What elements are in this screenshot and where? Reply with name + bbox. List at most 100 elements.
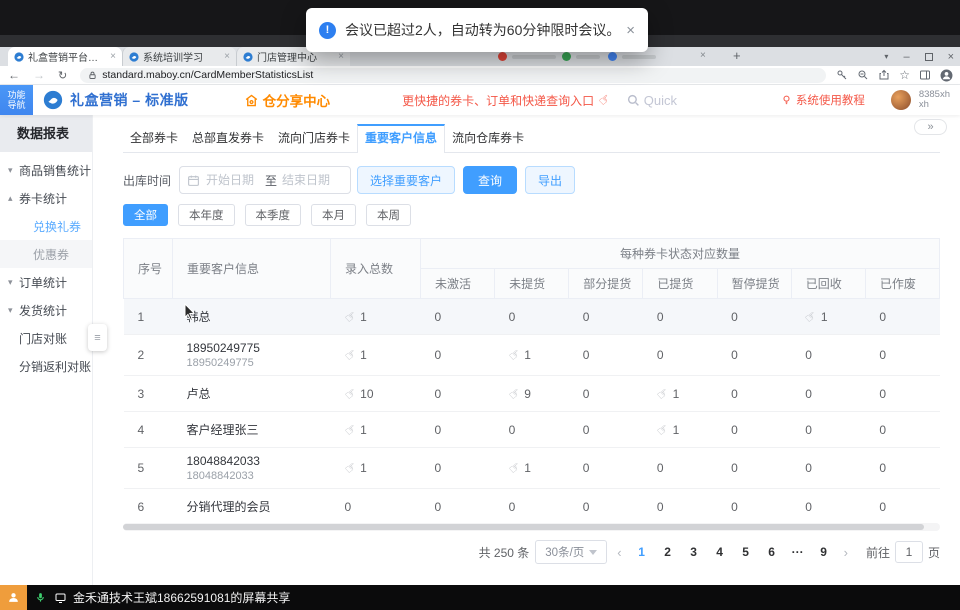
side-panel-icon[interactable] <box>919 69 931 81</box>
close-icon[interactable]: × <box>626 22 635 39</box>
quick-filter-week[interactable]: 本周 <box>366 204 411 226</box>
function-nav-button[interactable]: 功能 导航 <box>0 85 33 115</box>
cell-count[interactable]: ☞1 <box>331 299 421 335</box>
quick-filter-year[interactable]: 本年度 <box>178 204 235 226</box>
page-5[interactable]: 5 <box>736 545 756 559</box>
cell-count[interactable]: ☞10 <box>331 376 421 412</box>
page-3[interactable]: 3 <box>684 545 704 559</box>
profile-icon[interactable] <box>940 69 953 82</box>
participant-box[interactable] <box>0 585 27 610</box>
sidebar-item-redeem-voucher[interactable]: 兑换礼券 <box>0 212 92 240</box>
cell-customer[interactable]: 韩总 <box>173 299 331 335</box>
tab-important-customers[interactable]: 重要客户信息 <box>357 124 445 153</box>
cell-count[interactable]: ☞1 <box>331 448 421 489</box>
goto-page: 前往 页 <box>866 541 940 563</box>
bookmark-star-icon[interactable]: ☆ <box>899 68 910 82</box>
brand-title: 礼盒营销 – 标准版 <box>70 90 189 110</box>
table-row: 3卢总☞100☞90☞1000 <box>124 376 940 412</box>
share-center-link[interactable]: 仓分享中心 <box>244 90 331 110</box>
sidebar-item-order-stats[interactable]: ▾ 订单统计 <box>0 268 92 296</box>
cell-count[interactable]: ☞1 <box>791 299 865 335</box>
chevron-down-icon[interactable]: ▾ <box>884 52 888 61</box>
next-page-button[interactable]: › <box>840 545 852 560</box>
cell-customer[interactable]: 分销代理的会员 <box>173 489 331 523</box>
sidebar-item-card-stats[interactable]: ▴ 券卡统计 <box>0 184 92 212</box>
quick-entry-link[interactable]: 更快捷的券卡、订单和快递查询入口 ☞ <box>402 92 611 109</box>
toast-message: 会议已超过2人，自动转为60分钟限时会议。 <box>345 20 620 40</box>
cell-count[interactable]: ☞1 <box>331 412 421 448</box>
cell-count: 0 <box>495 412 569 448</box>
end-date-input[interactable] <box>282 173 336 187</box>
address-bar[interactable]: standard.maboy.cn/CardMemberStatisticsLi… <box>80 68 826 83</box>
close-icon[interactable]: × <box>948 51 954 63</box>
sidebar-item-shipping-stats[interactable]: ▾ 发货统计 <box>0 296 92 324</box>
back-icon[interactable]: ← <box>8 68 20 82</box>
sidebar-item-store-reconcile[interactable]: 门店对账 <box>0 324 92 352</box>
cell-customer[interactable]: 客户经理张三 <box>173 412 331 448</box>
page-size-select[interactable]: 30条/页 <box>535 540 607 564</box>
tab-to-store[interactable]: 流向门店券卡 <box>271 124 357 152</box>
sidebar-item-product-sales[interactable]: ▾ 商品销售统计 <box>0 156 92 184</box>
page-1[interactable]: 1 <box>632 545 652 559</box>
tab-to-warehouse[interactable]: 流向仓库券卡 <box>445 124 531 152</box>
cell-count[interactable]: ☞1 <box>495 448 569 489</box>
tab-close-icon[interactable]: × <box>338 51 344 62</box>
select-customer-button[interactable]: 选择重要客户 <box>357 166 455 194</box>
cell-count[interactable]: ☞1 <box>643 412 717 448</box>
mouse-cursor-icon <box>184 303 196 321</box>
tab-hq-direct[interactable]: 总部直发券卡 <box>185 124 271 152</box>
page-4[interactable]: 4 <box>710 545 730 559</box>
query-button[interactable]: 查询 <box>463 166 517 194</box>
export-button[interactable]: 导出 <box>525 166 575 194</box>
browser-tab-2[interactable]: 系统培训学习 × <box>122 47 236 66</box>
tab-all-cards[interactable]: 全部券卡 <box>123 124 185 152</box>
expand-button[interactable]: » <box>914 119 947 135</box>
browser-tab-1[interactable]: 礼盒营销平台管理中心 × <box>8 47 122 66</box>
cell-count[interactable]: ☞1 <box>495 335 569 376</box>
tab-close-icon[interactable]: × <box>110 51 116 62</box>
pagination: 共 250 条 30条/页 ‹ 1 2 3 4 5 6 ··· 9 › 前往 页 <box>123 540 940 564</box>
cell-count[interactable]: ☞1 <box>331 335 421 376</box>
new-tab-button[interactable]: + <box>733 48 741 63</box>
sidebar-handle[interactable]: ≡ <box>88 324 107 351</box>
forward-icon[interactable]: → <box>33 68 45 82</box>
goto-page-input[interactable] <box>895 541 923 563</box>
tutorial-link[interactable]: 系统使用教程 <box>781 92 865 108</box>
sidebar-item-label: 分销返利对账 <box>19 358 91 375</box>
page-ellipsis[interactable]: ··· <box>788 545 808 559</box>
sidebar-item-rebate-reconcile[interactable]: 分销返利对账 <box>0 352 92 380</box>
calendar-icon <box>187 174 200 187</box>
maximize-icon[interactable] <box>925 53 933 61</box>
chevron-up-icon: ▴ <box>8 193 19 204</box>
cell-customer[interactable]: 1804884203318048842033 <box>173 448 331 489</box>
tab-close-icon[interactable]: × <box>224 51 230 62</box>
reload-icon[interactable]: ↻ <box>58 69 67 82</box>
key-icon[interactable] <box>836 69 848 81</box>
cell-customer[interactable]: 1895024977518950249775 <box>173 335 331 376</box>
quick-filter-all[interactable]: 全部 <box>123 204 168 226</box>
date-range-input[interactable]: 至 <box>179 166 351 194</box>
avatar[interactable] <box>891 90 911 110</box>
cell-customer[interactable]: 卢总 <box>173 376 331 412</box>
share-icon[interactable] <box>878 69 890 81</box>
quick-filter-month[interactable]: 本月 <box>311 204 356 226</box>
start-date-input[interactable] <box>206 173 260 187</box>
page-2[interactable]: 2 <box>658 545 678 559</box>
tab-close-icon[interactable]: × <box>700 50 706 61</box>
cell-count[interactable]: ☞1 <box>643 376 717 412</box>
quick-search[interactable]: Quick <box>627 93 677 108</box>
minimize-icon[interactable]: – <box>903 51 909 63</box>
cell-seq: 6 <box>124 489 173 523</box>
page-9[interactable]: 9 <box>814 545 834 559</box>
app-header: 功能 导航 礼盒营销 – 标准版 仓分享中心 更快捷的券卡、订单和快递查询入口 … <box>0 85 960 115</box>
quick-filter-quarter[interactable]: 本季度 <box>245 204 302 226</box>
zoom-icon[interactable] <box>857 69 869 81</box>
cell-seq: 4 <box>124 412 173 448</box>
cell-count[interactable]: ☞9 <box>495 376 569 412</box>
prev-page-button[interactable]: ‹ <box>613 545 625 560</box>
scrollbar-thumb[interactable] <box>123 524 924 530</box>
page-6[interactable]: 6 <box>762 545 782 559</box>
search-icon <box>627 94 640 107</box>
sidebar-item-coupon[interactable]: 优惠券 <box>0 240 92 268</box>
horizontal-scrollbar[interactable] <box>123 523 940 531</box>
